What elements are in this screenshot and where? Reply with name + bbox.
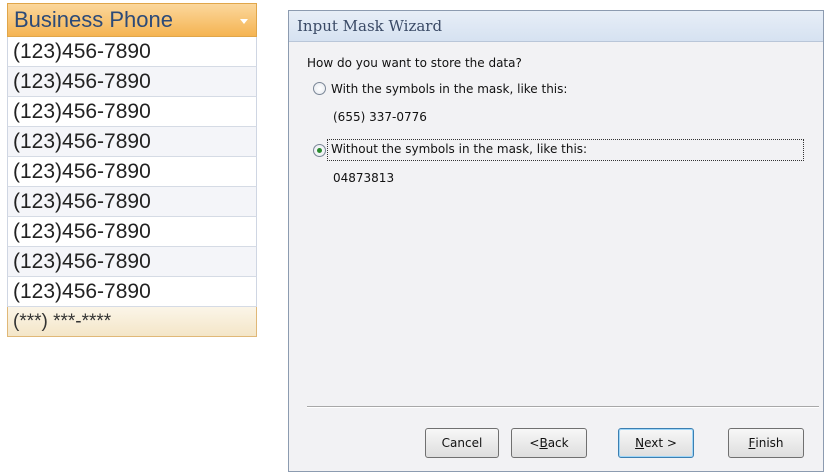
table-row[interactable]: (123)456-7890	[7, 67, 257, 97]
table-row[interactable]: (123)456-7890	[7, 37, 257, 67]
back-button-prefix: <	[529, 436, 540, 450]
table-row[interactable]: (123)456-7890	[7, 247, 257, 277]
back-button-hotkey: B	[539, 436, 548, 450]
column-header-business-phone[interactable]: Business Phone	[7, 3, 257, 37]
finish-button-hotkey: F	[748, 436, 756, 450]
column-header-label: Business Phone	[14, 7, 173, 32]
input-mask-wizard-dialog: Input Mask Wizard How do you want to sto…	[288, 10, 824, 472]
radio-without-symbols[interactable]	[313, 144, 326, 157]
button-divider	[307, 406, 819, 408]
example-without-symbols: 04873813	[333, 171, 395, 185]
dialog-title: Input Mask Wizard	[289, 11, 823, 42]
example-with-symbols: (655) 337-0776	[333, 110, 427, 124]
dialog-body: How do you want to store the data? With …	[289, 42, 823, 471]
table-row[interactable]: (123)456-7890	[7, 217, 257, 247]
next-button-rest: ext >	[644, 436, 677, 450]
table-row[interactable]: (123)456-7890	[7, 127, 257, 157]
cancel-button[interactable]: Cancel	[425, 428, 499, 458]
table-row[interactable]: (123)456-7890	[7, 187, 257, 217]
dropdown-arrow-icon[interactable]	[240, 19, 248, 24]
table-row[interactable]: (123)456-7890	[7, 97, 257, 127]
finish-button-rest: inish	[755, 436, 784, 450]
radio-with-symbols[interactable]	[313, 82, 326, 95]
back-button-rest: ack	[547, 436, 569, 450]
next-button-hotkey: N	[635, 436, 645, 450]
option-with-symbols-label[interactable]: With the symbols in the mask, like this:	[331, 82, 567, 96]
back-button[interactable]: < Back	[511, 428, 587, 458]
finish-button[interactable]: Finish	[728, 428, 804, 458]
next-button[interactable]: Next >	[618, 428, 694, 458]
radio-selected-dot-icon	[317, 148, 322, 153]
table-row[interactable]: (123)456-7890	[7, 157, 257, 187]
new-record-row[interactable]: (***) ***-****	[7, 307, 257, 337]
store-question: How do you want to store the data?	[307, 56, 522, 70]
option-without-symbols-label[interactable]: Without the symbols in the mask, like th…	[331, 142, 587, 156]
datasheet: Business Phone (123)456-7890 (123)456-78…	[7, 3, 257, 337]
table-row[interactable]: (123)456-7890	[7, 277, 257, 307]
